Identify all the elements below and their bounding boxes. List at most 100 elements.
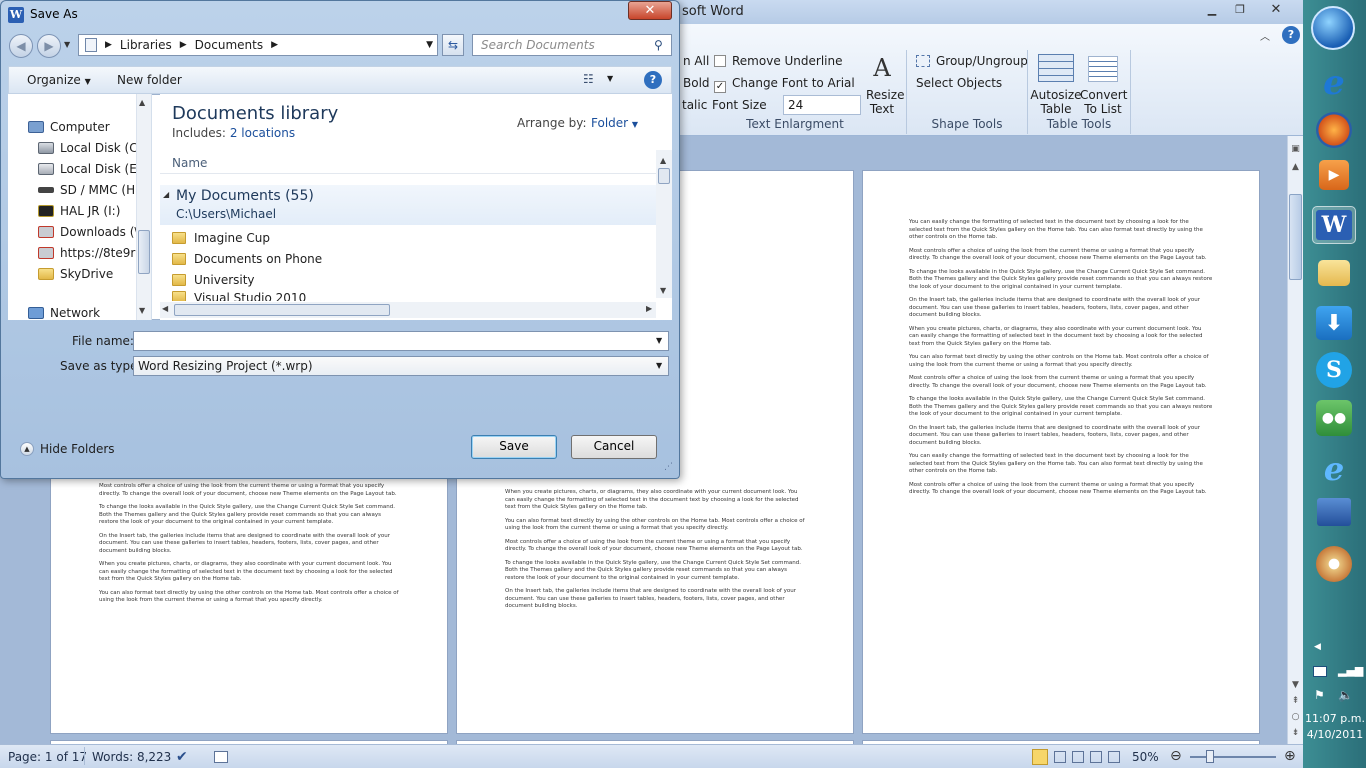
remove-underline-checkbox[interactable]: Remove Underline [714, 54, 843, 68]
group-header[interactable]: ◢ My Documents (55) C:\Users\Michael [160, 185, 656, 225]
address-dropdown-icon[interactable]: ▼ [426, 40, 433, 50]
show-hidden-icons[interactable]: ◀ [1314, 642, 1321, 652]
vertical-scrollbar[interactable]: ▣ ▲ ▼ ⇞ ○ ⇟ [1287, 136, 1303, 744]
search-input[interactable]: Search Documents [472, 34, 672, 56]
organize-button[interactable]: Organize ▼ [27, 73, 91, 87]
remote-desktop-icon[interactable] [1317, 498, 1351, 526]
explorer-folder-icon[interactable] [1318, 260, 1350, 286]
breadcrumb-arrow-icon[interactable]: ▶ [105, 40, 112, 50]
views-icon[interactable]: ☷ [583, 72, 594, 86]
new-folder-button[interactable]: New folder [117, 73, 182, 87]
refresh-icon[interactable]: ⇆ [442, 34, 464, 56]
filename-dropdown-icon[interactable]: ▼ [656, 336, 662, 345]
file-list-vscroll[interactable]: ▲ ▼ [656, 150, 672, 298]
file-list-hscroll[interactable]: ◀ ▶ [160, 302, 656, 318]
nav-item-web-location[interactable]: https://8te9ri.d [38, 243, 152, 263]
mail-notification-icon[interactable] [1313, 666, 1327, 677]
messenger-icon[interactable]: ●● [1316, 400, 1352, 436]
scroll-down-icon[interactable]: ▼ [660, 286, 666, 295]
group-ungroup-button[interactable]: Group/Ungroup [916, 54, 1028, 68]
select-all-button[interactable]: n All [683, 54, 709, 68]
font-size-input[interactable]: 24 [783, 95, 861, 115]
page-count[interactable]: Page: 1 of 17 [8, 750, 87, 764]
views-dropdown-icon[interactable]: ▼ [607, 74, 613, 83]
firefox-icon[interactable] [1316, 112, 1352, 148]
scroll-thumb[interactable] [174, 304, 390, 316]
resize-grip-icon[interactable]: ⋰ [664, 462, 673, 472]
draft-icon[interactable] [1108, 751, 1120, 763]
hide-folders-button[interactable]: Hide Folders [40, 442, 115, 456]
nav-item-downloads[interactable]: Downloads (\\ [38, 222, 152, 242]
list-item[interactable]: University [172, 270, 255, 290]
breadcrumb-documents[interactable]: Documents [195, 38, 263, 52]
minimize-icon[interactable]: ▁ [1200, 2, 1224, 18]
convert-to-list-button[interactable]: Convert To List [1080, 88, 1127, 116]
full-screen-reading-icon[interactable] [1054, 751, 1066, 763]
collapse-ribbon-icon[interactable]: ︿ [1260, 28, 1270, 43]
autosize-table-button[interactable]: Autosize Table [1030, 88, 1082, 116]
help-icon[interactable]: ? [1282, 26, 1300, 44]
web-layout-icon[interactable] [1072, 751, 1084, 763]
action-center-icon[interactable]: ⚑ [1314, 688, 1325, 702]
zoom-slider-thumb[interactable] [1206, 750, 1214, 763]
download-icon[interactable]: ⬇ [1316, 306, 1352, 340]
arrange-by-dropdown[interactable]: Folder ▼ [591, 116, 638, 130]
resize-text-button[interactable]: Resize Text [866, 88, 904, 116]
ruler-toggle-icon[interactable]: ▣ [1289, 144, 1302, 156]
word-taskbar-icon[interactable]: W [1312, 206, 1356, 244]
ie-alt-icon[interactable]: e [1312, 450, 1356, 488]
internet-explorer-icon[interactable]: e [1312, 63, 1356, 103]
list-item[interactable]: Documents on Phone [172, 249, 322, 269]
address-bar[interactable]: ▶ Libraries ▶ Documents ▶ ▼ [78, 34, 438, 56]
nav-item-hal-jr[interactable]: HAL JR (I:) [38, 201, 120, 221]
scroll-down-icon[interactable]: ▼ [139, 306, 145, 315]
list-item[interactable]: Imagine Cup [172, 228, 270, 248]
dialog-help-icon[interactable]: ? [644, 71, 662, 89]
select-objects-button[interactable]: Select Objects [916, 76, 1002, 90]
italic-button[interactable]: talic [682, 98, 707, 112]
nav-item-local-disk-c[interactable]: Local Disk (C:) [38, 138, 146, 158]
column-name[interactable]: Name [172, 156, 207, 170]
network-signal-icon[interactable]: ▂▄▆ [1338, 664, 1363, 677]
collapse-group-icon[interactable]: ◢ [163, 190, 169, 199]
close-icon[interactable]: ✕ [1264, 2, 1288, 18]
start-orb-icon[interactable] [1311, 6, 1355, 50]
proofing-icon[interactable]: ✔ [176, 749, 188, 765]
next-page-icon[interactable]: ⇟ [1289, 728, 1302, 738]
back-button[interactable]: ◀ [9, 34, 33, 58]
zoom-in-icon[interactable]: ⊕ [1284, 748, 1296, 764]
clock-date[interactable]: 4/10/2011 [1305, 728, 1365, 741]
cancel-button[interactable]: Cancel [571, 435, 657, 459]
nav-item-skydrive[interactable]: SkyDrive [38, 264, 113, 284]
dialog-close-button[interactable]: ✕ [628, 1, 672, 20]
nav-item-computer[interactable]: Computer [28, 117, 110, 137]
macro-icon[interactable] [214, 751, 228, 763]
paint-icon[interactable] [1316, 546, 1352, 582]
list-item[interactable]: Visual Studio 2010 [172, 291, 306, 301]
navigation-pane[interactable]: Computer Local Disk (C:) Local Disk (E:)… [8, 94, 152, 320]
filename-input[interactable] [133, 331, 669, 351]
maximize-icon[interactable]: ❐ [1228, 2, 1252, 18]
scroll-left-icon[interactable]: ◀ [162, 304, 168, 313]
scroll-thumb[interactable] [138, 230, 150, 274]
zoom-slider[interactable] [1190, 756, 1276, 758]
scroll-down-icon[interactable]: ▼ [1289, 680, 1302, 690]
locations-link[interactable]: 2 locations [230, 126, 295, 140]
clock-time[interactable]: 11:07 p.m. [1305, 712, 1365, 725]
volume-icon[interactable]: 🔈 [1338, 688, 1353, 702]
previous-page-icon[interactable]: ⇞ [1289, 696, 1302, 706]
save-type-select[interactable]: Word Resizing Project (*.wrp) [133, 356, 669, 376]
scroll-thumb[interactable] [658, 168, 670, 184]
nav-item-local-disk-e[interactable]: Local Disk (E:) [38, 159, 146, 179]
zoom-out-icon[interactable]: ⊖ [1170, 748, 1182, 764]
nav-scrollbar[interactable]: ▲ ▼ [136, 94, 151, 320]
media-player-icon[interactable]: ▶ [1319, 160, 1349, 190]
bold-button[interactable]: Bold [683, 76, 710, 90]
scroll-up-icon[interactable]: ▲ [139, 98, 145, 107]
nav-item-sd-mmc[interactable]: SD / MMC (H:) [38, 180, 144, 200]
scroll-right-icon[interactable]: ▶ [646, 304, 652, 313]
scroll-up-icon[interactable]: ▲ [1289, 162, 1302, 172]
breadcrumb-arrow-icon[interactable]: ▶ [180, 40, 187, 50]
recent-pages-icon[interactable]: ▼ [64, 40, 70, 49]
save-type-dropdown-icon[interactable]: ▼ [656, 361, 662, 370]
